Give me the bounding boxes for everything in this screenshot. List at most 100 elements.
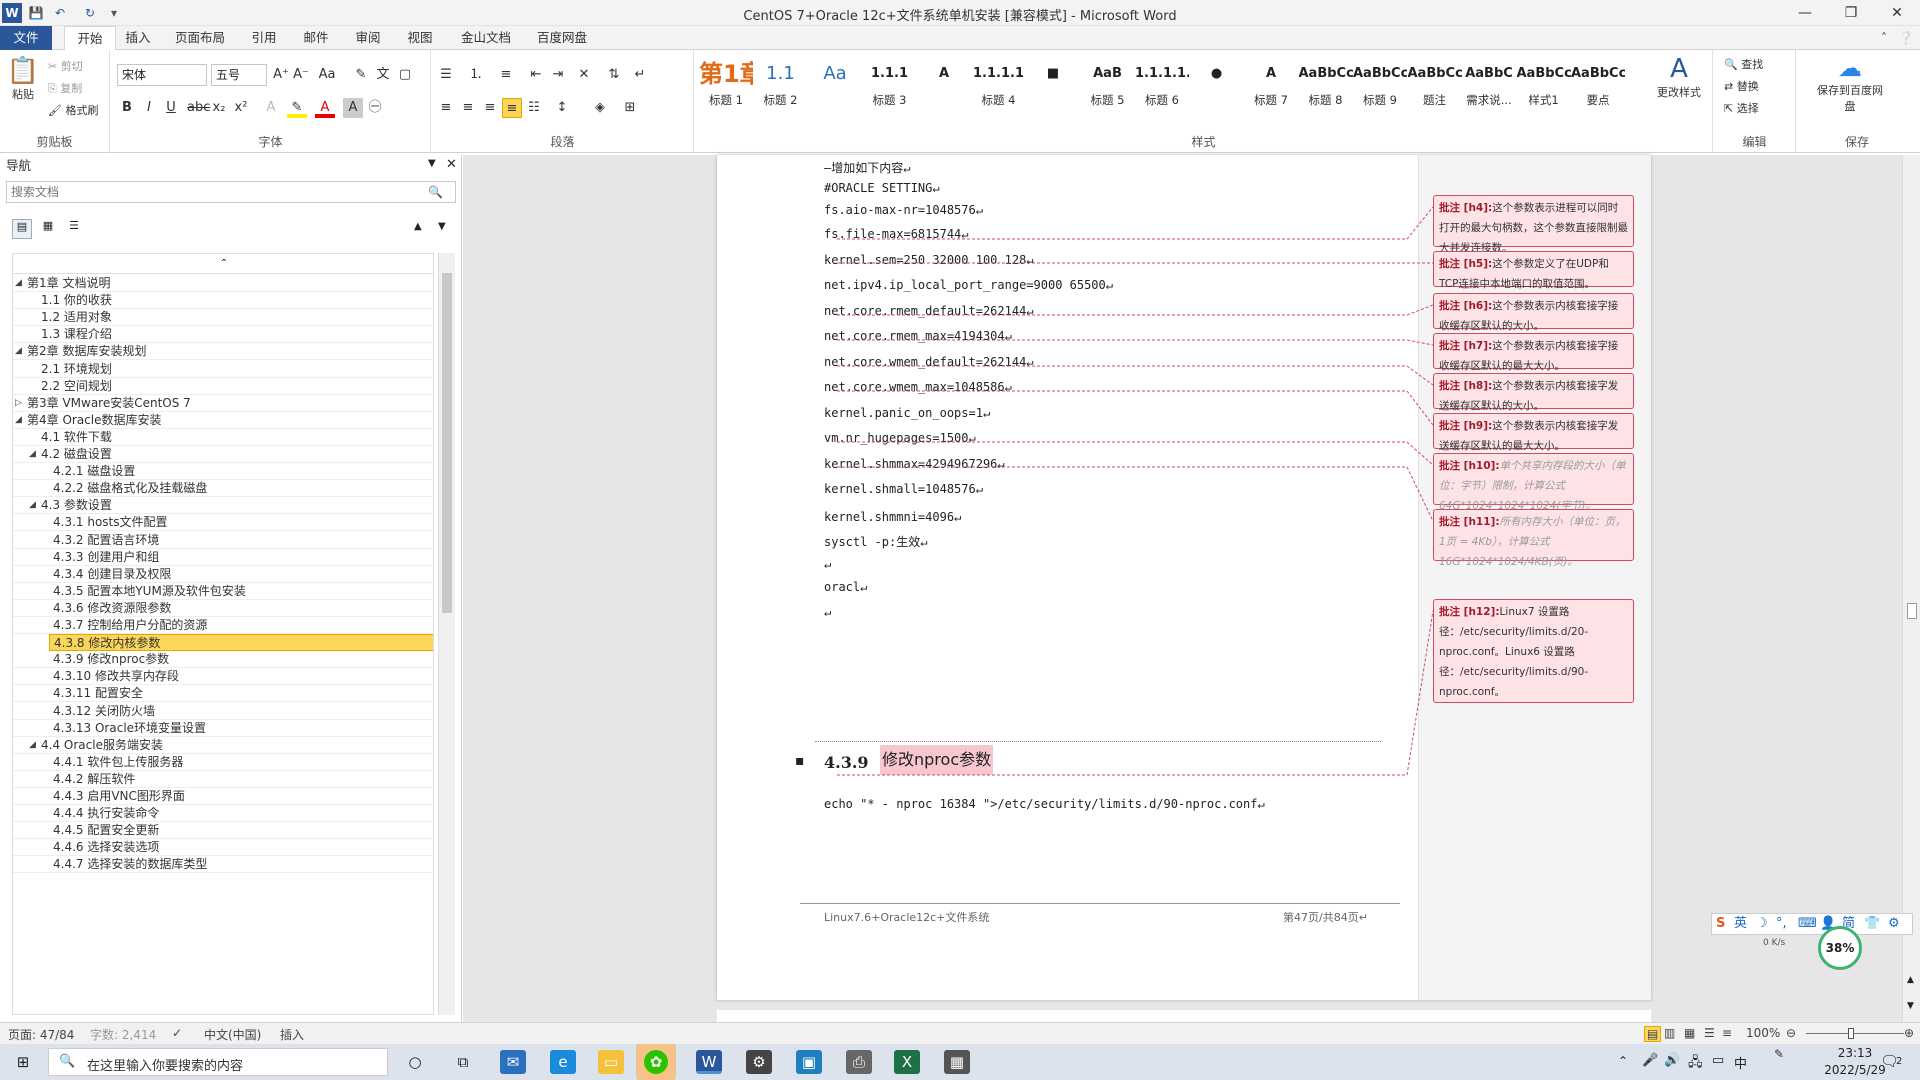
comment-balloon[interactable]: 批注 [h5]:这个参数定义了在UDP和TCP连接中本地端口的取值范围。 <box>1433 251 1634 290</box>
character-shading-icon[interactable]: A <box>343 98 363 118</box>
nav-collapse-icon[interactable]: ⌃ <box>13 254 433 274</box>
doc-line[interactable]: net.ipv4.ip_local_port_range=9000 65500↵ <box>824 278 1113 292</box>
ime-moon-icon[interactable]: ☽ <box>1756 914 1768 934</box>
word-taskbar-icon[interactable]: W <box>696 1050 722 1074</box>
close-button[interactable]: ✕ <box>1874 0 1920 26</box>
text-effects-icon[interactable]: A <box>261 98 281 118</box>
zoom-slider-thumb[interactable] <box>1848 1028 1854 1039</box>
nav-item[interactable]: 4.4.3 启用VNC图形界面 <box>13 788 433 805</box>
style-item[interactable]: 第1章 标题 1 <box>699 56 753 114</box>
tab-review[interactable]: 审阅 <box>348 26 388 50</box>
start-icon[interactable]: ⊞ <box>10 1050 36 1074</box>
tray-chevron-icon[interactable]: ⌃ <box>1618 1054 1628 1068</box>
tray-ime-icon[interactable]: 中 <box>1734 1053 1747 1072</box>
tab-references[interactable]: 引用 <box>244 26 284 50</box>
shading-icon[interactable]: ◈ <box>590 98 610 118</box>
doc-line[interactable]: net.core.wmem_default=262144↵ <box>824 355 1034 369</box>
nav-item[interactable]: 4.3.3 创建用户和组 <box>13 549 433 566</box>
nav-item[interactable]: 4.3.6 修改资源限参数 <box>13 600 433 617</box>
mic-icon[interactable]: 🎤 <box>1642 1053 1658 1068</box>
taskbar-search[interactable]: 🔍 在这里输入你要搜索的内容 <box>48 1048 388 1076</box>
comment-balloon[interactable]: 批注 [h9]:这个参数表示内核套接字发送缓存区默认的最大大小。 <box>1433 413 1634 452</box>
print-layout-icon[interactable]: ▤ <box>1644 1026 1662 1042</box>
bold-icon[interactable]: B <box>117 98 137 118</box>
doc-line[interactable]: —增加如下内容↵ <box>824 159 910 176</box>
ime-lang[interactable]: 英 <box>1734 914 1747 934</box>
change-styles-button[interactable]: A 更改样式 <box>1649 54 1709 100</box>
comment-balloon[interactable]: 批注 [h11]:所有内存大小（单位：页，1页 = 4Kb），计算公式16G*1… <box>1433 509 1634 568</box>
collapse-arrow-icon[interactable]: ◢ <box>15 412 22 428</box>
font-name-select[interactable]: 宋体 <box>117 64 207 86</box>
doc-line[interactable]: ↵ <box>824 557 831 571</box>
style-item[interactable]: 1.1 标题 2 <box>754 56 808 114</box>
calculator-icon[interactable]: ▦ <box>944 1050 970 1074</box>
nav-item[interactable]: ◢ 第2章 数据库安装规划 <box>13 343 433 361</box>
app-icon-1[interactable]: ⚙ <box>746 1050 772 1074</box>
outline-icon[interactable]: ☰ <box>1704 1026 1715 1040</box>
zoom-level[interactable]: 100% <box>1746 1026 1780 1040</box>
nav-search-icon[interactable]: 🔍 <box>428 185 443 199</box>
subscript-icon[interactable]: x₂ <box>209 98 229 118</box>
align-center-icon[interactable]: ≡ <box>458 98 478 118</box>
nav-close-icon[interactable]: ✕ <box>446 157 457 172</box>
nav-item[interactable]: ◢ 4.4 Oracle服务端安装 <box>13 737 433 754</box>
style-item[interactable]: ● <box>1190 56 1244 114</box>
tray-app-icon[interactable]: ▭ <box>1712 1053 1724 1068</box>
cut-button[interactable]: ✂ 剪切 <box>48 58 83 74</box>
nav-item[interactable]: 4.3.5 配置本地YUM源及软件包安装 <box>13 583 433 600</box>
nav-next-icon[interactable]: ▼ <box>438 221 446 232</box>
format-painter-button[interactable]: 🖌 格式刷 <box>48 102 98 118</box>
tab-home[interactable]: 开始 <box>64 26 116 51</box>
replace-button[interactable]: ⇄ 替换 <box>1724 78 1759 94</box>
comment-balloon[interactable]: 批注 [h10]:单个共享内存段的大小（单位：字节）限制，计算公式64G*102… <box>1433 453 1634 512</box>
nav-item[interactable]: ◢ 4.2 磁盘设置 <box>13 446 433 463</box>
nav-item[interactable]: 4.4.7 选择安装的数据库类型 <box>13 856 433 874</box>
ime-settings-icon[interactable]: ⚙ <box>1888 914 1900 934</box>
nav-headings-view-icon[interactable]: ▤ <box>12 219 32 239</box>
style-item[interactable]: AaBbC 需求说... <box>1462 56 1516 114</box>
full-screen-reading-icon[interactable]: ▥ <box>1664 1026 1675 1040</box>
character-border-icon[interactable]: ▢ <box>395 65 415 85</box>
chinese-layout-icon[interactable]: ✕ <box>574 65 594 85</box>
zoom-in-icon[interactable]: ⊕ <box>1904 1026 1914 1040</box>
cortana-icon[interactable]: ○ <box>402 1050 428 1074</box>
doc-line[interactable]: #ORACLE SETTING↵ <box>824 181 940 195</box>
comment-balloon[interactable]: 批注 [h6]:这个参数表示内核套接字接收缓存区默认的大小。 <box>1433 293 1634 332</box>
doc-line[interactable]: oracl↵ <box>824 580 867 594</box>
nav-item[interactable]: 4.3.2 配置语言环境 <box>13 532 433 549</box>
document-scroll-thumb[interactable] <box>1907 603 1917 619</box>
nav-item[interactable]: 4.3.11 配置安全 <box>13 685 433 703</box>
file-explorer-icon[interactable]: ▭ <box>598 1050 624 1074</box>
style-item[interactable]: AaB 标题 5 <box>1081 56 1135 114</box>
web-layout-icon[interactable]: ▦ <box>1684 1026 1695 1040</box>
restore-button[interactable]: ❐ <box>1828 0 1874 26</box>
doc-line[interactable]: net.core.wmem_max=1048586↵ <box>824 380 1012 394</box>
doc-line[interactable]: net.core.rmem_default=262144↵ <box>824 304 1034 318</box>
numbering-icon[interactable]: ⒈ <box>466 65 486 85</box>
document-page[interactable]: —增加如下内容↵ #ORACLE SETTING↵ fs.aio-max-nr=10… <box>717 155 1651 1000</box>
nav-item[interactable]: 4.3.13 Oracle环境变量设置 <box>13 720 433 737</box>
comment-balloon[interactable]: 批注 [h8]:这个参数表示内核套接字发送缓存区默认的大小。 <box>1433 373 1634 412</box>
doc-line[interactable]: fs.file-max=6815744↵ <box>824 227 969 241</box>
doc-line[interactable]: kernel.sem=250 32000 100 128↵ <box>824 253 1034 267</box>
style-item[interactable]: ■ <box>1026 56 1080 114</box>
tab-mailings[interactable]: 邮件 <box>296 26 336 50</box>
bullets-icon[interactable]: ☰ <box>436 65 456 85</box>
nav-item[interactable]: 4.3.1 hosts文件配置 <box>13 514 433 532</box>
network-icon[interactable]: 🖧 <box>1688 1053 1703 1075</box>
status-mode[interactable]: 插入 <box>280 1026 304 1043</box>
zoom-slider[interactable] <box>1806 1033 1904 1034</box>
tab-baidu-netdisk[interactable]: 百度网盘 <box>530 26 594 50</box>
tray-app2-icon[interactable]: ✎ <box>1774 1047 1784 1061</box>
doc-line[interactable]: net.core.rmem_max=4194304↵ <box>824 329 1012 343</box>
italic-icon[interactable]: I <box>139 98 159 118</box>
nav-item[interactable]: 4.4.4 执行安装命令 <box>13 805 433 823</box>
paste-button[interactable]: 📋 粘贴 <box>6 56 40 112</box>
doc-line[interactable]: vm.nr_hugepages=1500↵ <box>824 431 976 445</box>
ime-keyboard-icon[interactable]: ⌨ <box>1798 914 1817 934</box>
doc-line[interactable]: kernel.panic_on_oops=1↵ <box>824 406 990 420</box>
nav-item[interactable]: 4.3.4 创建目录及权限 <box>13 566 433 583</box>
tab-file[interactable]: 文件 <box>0 26 52 50</box>
shrink-font-icon[interactable]: A⁻ <box>291 65 311 85</box>
status-words[interactable]: 字数: 2,414 <box>90 1026 156 1043</box>
